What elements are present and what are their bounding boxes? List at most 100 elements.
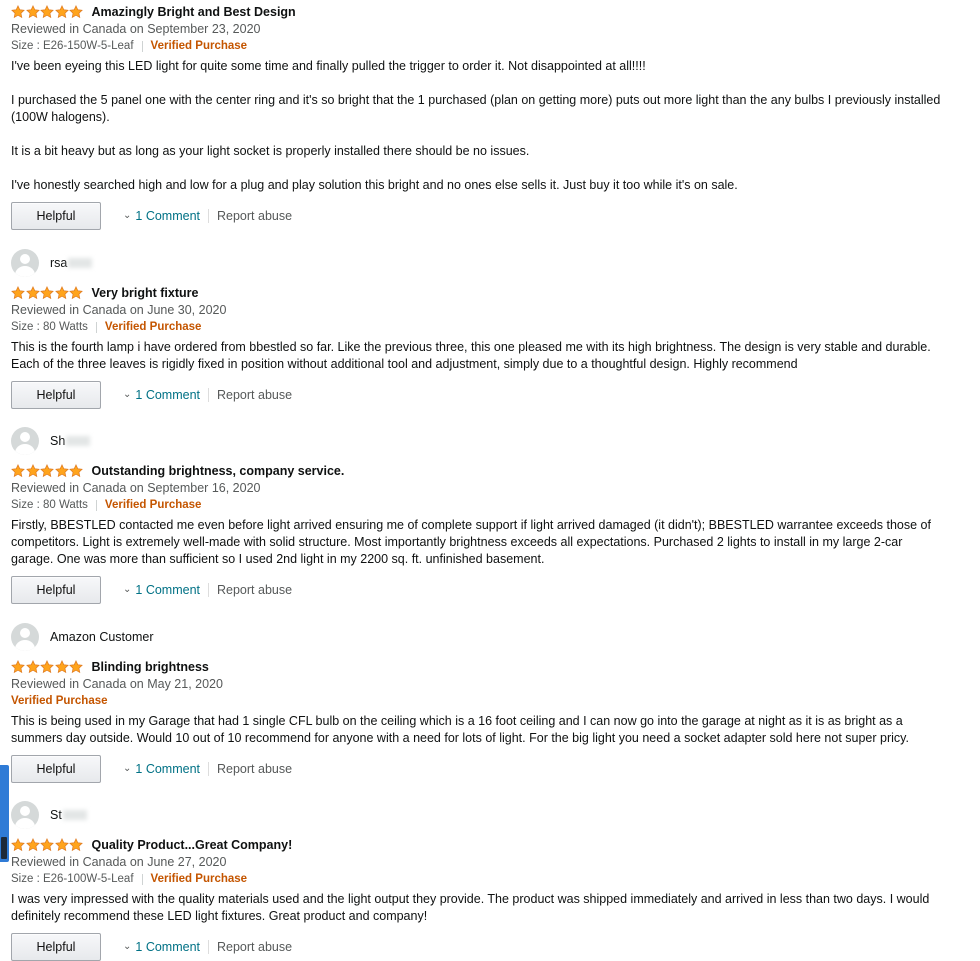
star-icon [54, 464, 69, 478]
meta-divider [95, 500, 97, 511]
product-size[interactable]: Size : E26-150W-5-Leaf [11, 38, 134, 55]
redacted-name-blur [62, 810, 87, 820]
comments-toggle[interactable]: ⌄ 1 Comment [123, 762, 200, 776]
review-title[interactable]: Very bright fixture [92, 286, 199, 300]
review-card: St Quality Product...Great Company! Revi… [11, 800, 946, 961]
helpful-button[interactable]: Helpful [11, 202, 101, 230]
verified-purchase-badge: Verified Purchase [150, 40, 248, 52]
review-paragraph: I've honestly searched high and low for … [11, 178, 738, 192]
star-icon [54, 838, 69, 852]
chevron-down-icon: ⌄ [123, 762, 132, 774]
star-rating[interactable] [11, 660, 84, 674]
comment-count: 1 Comment [135, 388, 200, 402]
action-divider [208, 583, 209, 597]
star-icon [40, 286, 54, 300]
star-rating[interactable] [11, 464, 84, 478]
reviewer-name: Amazon Customer [50, 630, 154, 644]
review-meta: Size : 80 Watts Verified Purchase [11, 319, 946, 336]
review-actions: Helpful ⌄ 1 Comment Report abuse [11, 933, 946, 961]
star-icon [11, 5, 25, 19]
star-rating[interactable] [11, 286, 84, 300]
review-title[interactable]: Amazingly Bright and Best Design [92, 5, 296, 19]
product-size[interactable]: Size : 80 Watts [11, 497, 88, 514]
star-icon [69, 838, 83, 852]
reviewer-profile[interactable]: Amazon Customer [11, 622, 946, 652]
review-title-row: Quality Product...Great Company! [11, 836, 946, 854]
reviewer-name: rsa [50, 256, 68, 270]
report-abuse-link[interactable]: Report abuse [217, 388, 292, 402]
star-icon [11, 838, 25, 852]
action-divider [208, 388, 209, 402]
report-abuse-link[interactable]: Report abuse [217, 940, 292, 954]
report-abuse-link[interactable]: Report abuse [217, 583, 292, 597]
helpful-button[interactable]: Helpful [11, 576, 101, 604]
meta-divider [141, 41, 143, 52]
verified-purchase-badge: Verified Purchase [11, 695, 108, 707]
star-icon [40, 464, 54, 478]
comments-toggle[interactable]: ⌄ 1 Comment [123, 388, 200, 402]
star-icon [25, 464, 40, 478]
star-icon [40, 5, 54, 19]
review-date: Reviewed in Canada on May 21, 2020 [11, 677, 223, 691]
redacted-name-blur [68, 258, 93, 268]
avatar [11, 249, 39, 277]
star-icon [25, 838, 40, 852]
chevron-down-icon: ⌄ [123, 209, 132, 221]
review-title[interactable]: Outstanding brightness, company service. [92, 464, 345, 478]
redacted-name-blur [66, 436, 91, 446]
review-card: Amazon Customer Blinding brightness Revi… [11, 622, 946, 783]
review-date: Reviewed in Canada on September 23, 2020 [11, 22, 261, 36]
review-paragraph: This is being used in my Garage that had… [11, 714, 909, 745]
review-meta: Size : 80 Watts Verified Purchase [11, 497, 946, 514]
action-divider [208, 762, 209, 776]
reviewer-profile[interactable]: Sh [11, 426, 946, 456]
comment-count: 1 Comment [135, 209, 200, 223]
helpful-button[interactable]: Helpful [11, 381, 101, 409]
review-paragraph: Firstly, BBESTLED contacted me even befo… [11, 518, 931, 566]
review-paragraph: This is the fourth lamp i have ordered f… [11, 340, 931, 371]
star-rating[interactable] [11, 838, 84, 852]
reviewer-profile[interactable]: rsa [11, 248, 946, 278]
review-actions: Helpful ⌄ 1 Comment Report abuse [11, 576, 946, 604]
comments-toggle[interactable]: ⌄ 1 Comment [123, 209, 200, 223]
product-size[interactable]: Size : E26-100W-5-Leaf [11, 871, 134, 888]
star-icon [69, 464, 83, 478]
report-abuse-link[interactable]: Report abuse [217, 762, 292, 776]
star-icon [25, 286, 40, 300]
review-actions: Helpful ⌄ 1 Comment Report abuse [11, 755, 946, 783]
review-title-row: Blinding brightness [11, 658, 946, 676]
avatar [11, 427, 39, 455]
helpful-button[interactable]: Helpful [11, 755, 101, 783]
star-icon [11, 464, 25, 478]
review-card: Sh Outstanding brightness, company servi… [11, 426, 946, 604]
review-title[interactable]: Quality Product...Great Company! [92, 838, 293, 852]
chevron-down-icon: ⌄ [123, 940, 132, 952]
star-icon [40, 838, 54, 852]
star-icon [69, 286, 83, 300]
star-icon [40, 660, 54, 674]
comments-toggle[interactable]: ⌄ 1 Comment [123, 583, 200, 597]
comments-toggle[interactable]: ⌄ 1 Comment [123, 940, 200, 954]
review-card: rsa Very bright fixture Reviewed in Cana… [11, 248, 946, 409]
reviewer-profile[interactable]: St [11, 800, 946, 830]
reviewer-name: Sh [50, 434, 66, 448]
review-actions: Helpful ⌄ 1 Comment Report abuse [11, 381, 946, 409]
review-date: Reviewed in Canada on June 27, 2020 [11, 855, 227, 869]
review-meta: Size : E26-150W-5-Leaf Verified Purchase [11, 38, 946, 55]
review-title-row: Outstanding brightness, company service. [11, 462, 946, 480]
feedback-tab[interactable] [0, 765, 9, 862]
comment-count: 1 Comment [135, 762, 200, 776]
review-body: I was very impressed with the quality ma… [11, 891, 946, 925]
review-title-row: Amazingly Bright and Best Design [11, 3, 946, 21]
review-body: I've been eyeing this LED light for quit… [11, 58, 946, 194]
star-icon [69, 660, 83, 674]
comment-count: 1 Comment [135, 940, 200, 954]
review-meta: Verified Purchase [11, 693, 946, 710]
review-paragraph: It is a bit heavy but as long as your li… [11, 144, 530, 158]
product-size[interactable]: Size : 80 Watts [11, 319, 88, 336]
helpful-button[interactable]: Helpful [11, 933, 101, 961]
report-abuse-link[interactable]: Report abuse [217, 209, 292, 223]
review-body: This is being used in my Garage that had… [11, 713, 946, 747]
star-rating[interactable] [11, 5, 84, 19]
review-title[interactable]: Blinding brightness [92, 660, 209, 674]
